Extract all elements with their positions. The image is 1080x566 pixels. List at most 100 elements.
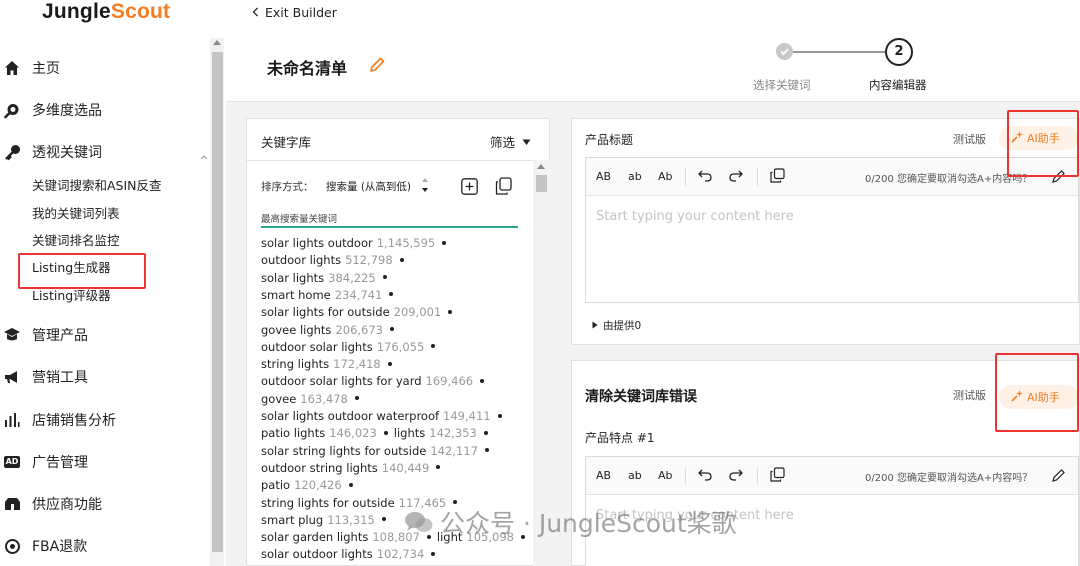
titlecase-button[interactable]: Ab	[658, 469, 673, 482]
errors-title: 清除关键词库错误	[585, 389, 697, 405]
scroll-up-arrow-icon[interactable]	[213, 40, 221, 45]
highlight-box	[1007, 110, 1079, 177]
editor-toolbar: AB ab Ab 0/200 您确定要取消勾选A+内容吗？	[586, 457, 1078, 495]
sidebar-subitem-keyword-search[interactable]: 关键词搜索和ASIN反查	[32, 175, 162, 197]
pencil-edit-icon[interactable]	[368, 56, 386, 78]
tab-top-volume[interactable]: 最高搜索量关键词	[261, 211, 337, 225]
sidebar-item-label: 透视关键词	[32, 145, 102, 161]
keyword-dot-icon	[381, 517, 386, 522]
keyword-text[interactable]: smart plug	[261, 513, 323, 527]
copy-icon[interactable]	[495, 177, 512, 199]
keyword-search-volume: 142,353	[429, 426, 477, 441]
filter-button[interactable]: 筛选	[490, 132, 531, 151]
redo-icon[interactable]	[728, 467, 743, 485]
keyword-text[interactable]: outdoor string lights	[261, 461, 378, 475]
keyword-search-volume: 234,741	[334, 287, 383, 302]
undo-icon[interactable]	[698, 168, 713, 186]
keyword-text[interactable]: solar lights outdoor	[261, 236, 373, 250]
sidebar-item-marketing[interactable]: 营销工具	[0, 362, 88, 392]
chevron-up-icon[interactable]	[200, 148, 208, 164]
sort-label: 排序方式：	[261, 181, 314, 193]
keyword-text[interactable]: solar string lights for outside	[261, 444, 426, 458]
panel-title: 关键字库	[261, 135, 312, 150]
keyword-text[interactable]: govee	[261, 392, 296, 406]
sidebar-item-product-research[interactable]: 多维度选品	[0, 95, 102, 125]
provided-by-toggle[interactable]: 由提供0	[592, 318, 641, 333]
keyword-text[interactable]: solar lights	[261, 271, 324, 285]
sidebar-scrollbar-thumb[interactable]	[212, 52, 223, 552]
keyword-text[interactable]: smart home	[261, 288, 331, 302]
step-2-number[interactable]: 2	[885, 38, 913, 66]
lowercase-button[interactable]: ab	[628, 469, 642, 482]
keyword-dot-icon	[354, 396, 359, 401]
keyword-text[interactable]: patio	[261, 478, 290, 492]
scroll-up-arrow-icon[interactable]	[537, 164, 545, 169]
keyword-search-volume: 140,449	[381, 460, 430, 475]
keyword-text[interactable]: lights	[394, 426, 425, 440]
uppercase-button[interactable]: AB	[596, 469, 611, 482]
step-1-done-icon[interactable]	[776, 43, 793, 60]
lowercase-button[interactable]: ab	[628, 170, 642, 183]
keyword-dot-icon	[480, 378, 485, 383]
keyword-dot-icon	[436, 465, 441, 470]
keyword-text[interactable]: string lights	[261, 357, 329, 371]
copy-icon[interactable]	[770, 467, 785, 485]
sidebar-item-supplier[interactable]: 供应商功能	[0, 489, 102, 519]
sidebar-subitem-keyword-lists[interactable]: 我的关键词列表	[32, 203, 120, 225]
keyword-text[interactable]: solar lights for outside	[261, 305, 390, 319]
keyword-search-volume: 113,315	[327, 512, 375, 527]
keyword-dot-icon	[387, 361, 392, 366]
keyword-text[interactable]: solar lights outdoor waterproof	[261, 409, 439, 423]
wechat-icon	[404, 510, 434, 534]
keyword-text[interactable]: outdoor solar lights	[261, 340, 373, 354]
undo-icon[interactable]	[698, 467, 713, 485]
step-2-label[interactable]: 内容编辑器	[869, 77, 927, 93]
keyword-dot-icon	[484, 448, 489, 453]
junglescout-logo[interactable]: JungleScout	[42, 0, 170, 24]
sort-arrows-icon[interactable]	[421, 175, 429, 199]
sidebar-item-manage-products[interactable]: 管理产品	[0, 320, 88, 350]
watermark-text: 公众号 · JungleScout桨歌	[440, 509, 737, 538]
keyword-text[interactable]: govee lights	[261, 323, 331, 337]
pencil-icon[interactable]	[1051, 468, 1066, 486]
sort-select[interactable]: 搜索量 (从高到低)	[326, 179, 411, 194]
add-box-icon[interactable]	[461, 178, 478, 199]
beta-label: 测试版	[953, 133, 986, 146]
megaphone-icon	[3, 368, 21, 386]
editor-toolbar: AB ab Ab 0/200 您确定要取消勾选A+内容吗？	[586, 158, 1078, 196]
keyword-dot-icon	[442, 240, 447, 245]
redo-icon[interactable]	[728, 168, 743, 186]
sidebar-item-home[interactable]: 主页	[0, 53, 60, 83]
keyword-search-volume: 142,117	[430, 443, 478, 458]
keyword-text[interactable]: outdoor solar lights for yard	[261, 374, 422, 388]
titlecase-button[interactable]: Ab	[658, 170, 673, 183]
sidebar-subitem-rank-tracker[interactable]: 关键词排名监控	[32, 230, 120, 252]
editor-placeholder: Start typing your content here	[596, 209, 794, 224]
keyword-scrollbar-thumb[interactable]	[536, 175, 547, 192]
sidebar-item-label: 店铺销售分析	[32, 413, 116, 429]
keyword-dot-icon	[399, 257, 404, 262]
keyword-text[interactable]: string lights for outside	[261, 496, 395, 510]
keyword-text[interactable]: patio lights	[261, 426, 325, 440]
copy-icon[interactable]	[770, 168, 785, 186]
step-1-label[interactable]: 选择关键词	[753, 77, 811, 93]
keyword-search-volume: 149,411	[443, 409, 491, 423]
exit-builder-link[interactable]: Exit Builder	[252, 5, 337, 20]
keyword-row: string lights 172,418	[261, 357, 398, 371]
keyword-dot-icon	[390, 327, 394, 331]
sidebar-item-label: 广告管理	[32, 455, 88, 471]
keyword-text[interactable]: outdoor lights	[261, 253, 341, 267]
sidebar-item-fba-refund[interactable]: FBA退款	[0, 531, 87, 561]
supplier-icon	[3, 495, 21, 513]
keyword-search-volume: 206,673	[335, 322, 383, 337]
sidebar: JungleScout 主页 多维度选品 透视关键词 关键词搜索和ASIN反查 …	[0, 0, 226, 566]
keyword-text[interactable]: solar outdoor lights	[261, 547, 373, 561]
sidebar-item-keywords[interactable]: 透视关键词	[0, 137, 210, 167]
main-content: Exit Builder 未命名清单 2 选择关键词 内容编辑器 关键字库 筛选…	[226, 0, 1080, 566]
uppercase-button[interactable]: AB	[596, 170, 611, 183]
beta-label: 测试版	[953, 389, 986, 402]
keyword-text[interactable]: solar garden lights	[261, 530, 368, 544]
sidebar-item-ad-manager[interactable]: AD 广告管理	[0, 447, 88, 477]
product-title-editor[interactable]: AB ab Ab 0/200 您确定要取消勾选A+内容吗？ Start typi…	[585, 157, 1079, 303]
sidebar-item-sales-analytics[interactable]: 店铺销售分析	[0, 405, 116, 435]
